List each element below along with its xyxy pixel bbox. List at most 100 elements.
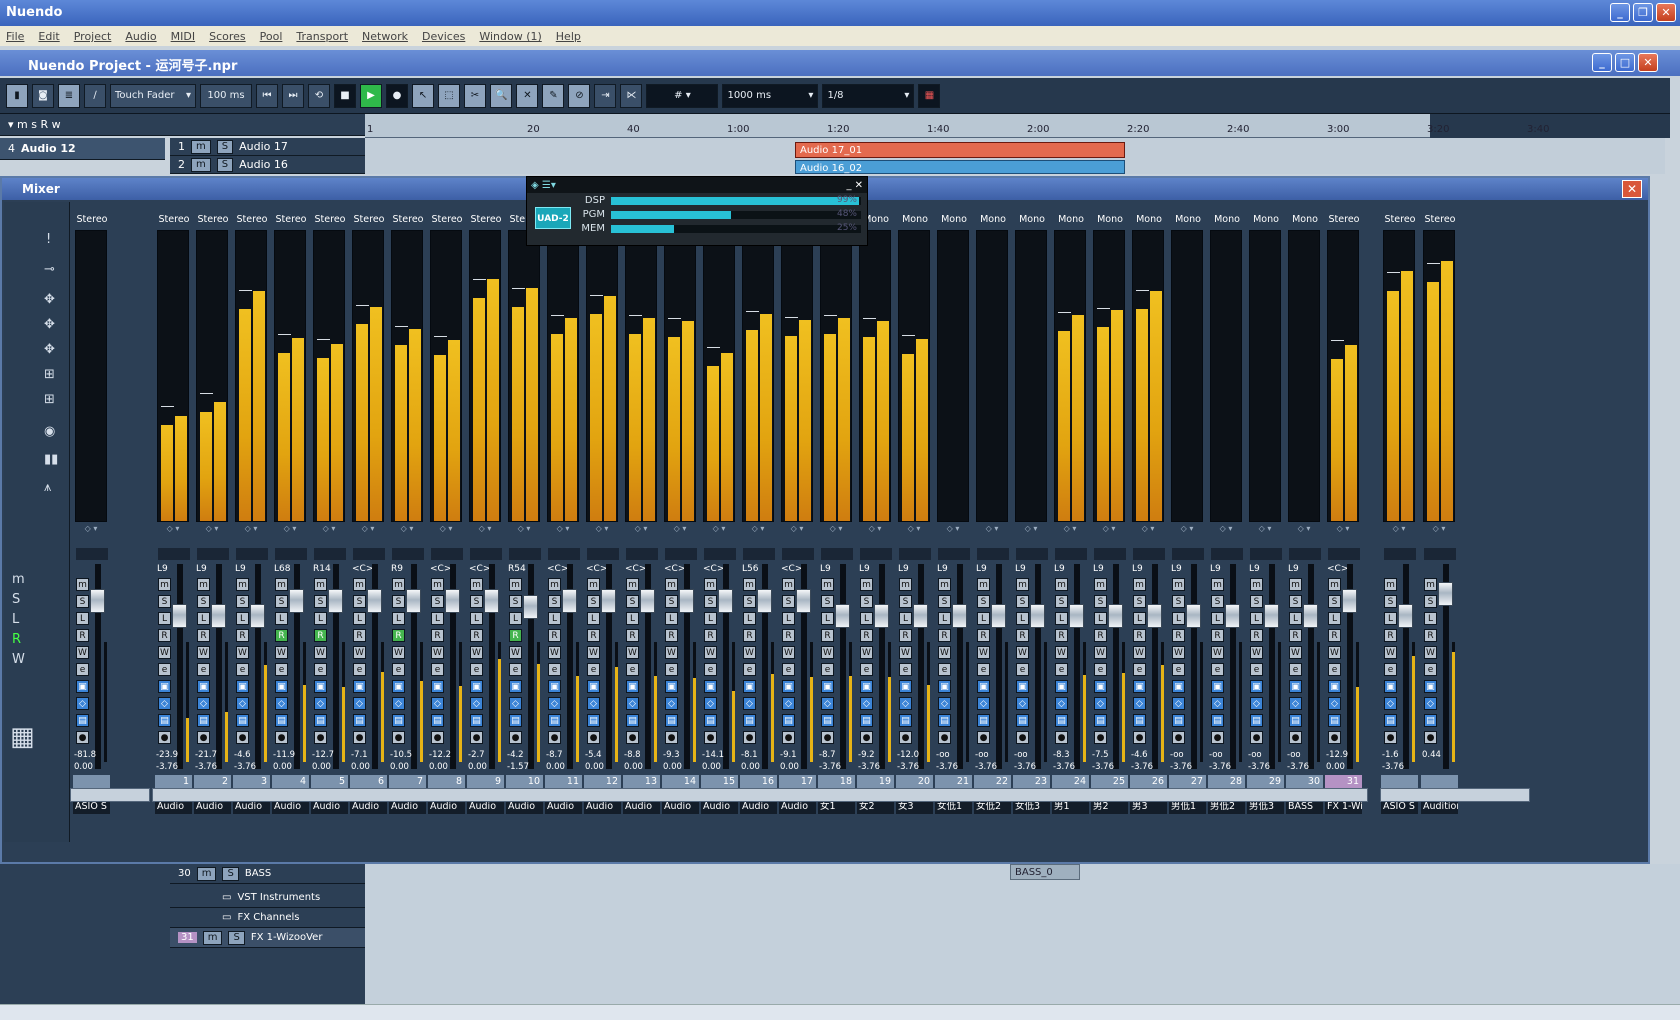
record-enable-button[interactable]: ● [626,731,639,744]
edit-channel-button[interactable]: e [1289,663,1302,676]
send-slot-icon[interactable]: ◇ [782,697,795,710]
pan-selector[interactable]: ◇ ▾ [1092,524,1126,534]
pan-control[interactable] [704,548,736,560]
pan-control[interactable] [236,548,268,560]
volume-fader-track[interactable] [177,564,183,769]
insert-slot-icon[interactable]: ▣ [158,680,171,693]
eq-slot-icon[interactable]: ▤ [1424,714,1437,727]
pan-selector[interactable]: ◇ ▾ [1287,524,1321,534]
read-automation-button[interactable]: R [1211,629,1224,642]
channel-number[interactable] [73,775,110,789]
mute-button[interactable]: m [158,578,171,591]
send-slot-icon[interactable]: ◇ [509,697,522,710]
eq-slot-icon[interactable]: ▤ [314,714,327,727]
mute-button[interactable]: m [1016,578,1029,591]
solo-button[interactable]: S [548,595,561,608]
write-automation-button[interactable]: W [1211,646,1224,659]
solo-button[interactable]: S [1055,595,1068,608]
listen-button[interactable]: L [821,612,834,625]
solo-button[interactable]: S [392,595,405,608]
read-automation-button[interactable]: R [509,629,522,642]
channel-number[interactable]: 15 [701,775,738,789]
send-slot-icon[interactable]: ◇ [236,697,249,710]
global-listen-icon[interactable]: L [12,612,19,627]
color-select-icon[interactable]: ▦ [918,83,941,108]
pan-selector[interactable]: ◇ ▾ [780,524,814,534]
mute-button[interactable]: m [202,930,223,945]
record-enable-button[interactable]: ● [860,731,873,744]
edit-channel-button[interactable]: e [236,663,249,676]
record-enable-button[interactable]: ● [392,731,405,744]
send-slot-icon[interactable]: ◇ [1172,697,1185,710]
write-automation-button[interactable]: W [236,646,249,659]
pan-selector[interactable]: ◇ ▾ [1170,524,1204,534]
listen-button[interactable]: L [1133,612,1146,625]
listen-button[interactable]: L [1094,612,1107,625]
solo-button[interactable]: S [431,595,444,608]
volume-fader-handle[interactable] [484,589,499,613]
pan-control[interactable] [1250,548,1282,560]
send-slot-icon[interactable]: ◇ [197,697,210,710]
listen-button[interactable]: L [158,612,171,625]
solo-button[interactable]: S [158,595,171,608]
menu-item-help[interactable]: Help [556,30,581,46]
menu-item-network[interactable]: Network [362,30,408,46]
eq-slot-icon[interactable]: ▤ [743,714,756,727]
read-automation-button[interactable]: R [1424,629,1437,642]
send-slot-icon[interactable]: ◇ [275,697,288,710]
record-enable-button[interactable]: ● [353,731,366,744]
menu-item-file[interactable]: File [6,30,24,46]
read-automation-button[interactable]: R [1055,629,1068,642]
mute-button[interactable]: m [1328,578,1341,591]
eq-slot-icon[interactable]: ▤ [470,714,483,727]
pan-control[interactable] [470,548,502,560]
uad-menu-icon[interactable]: ◈ ☰▾ [531,180,556,191]
solo-button[interactable]: S [626,595,639,608]
mute-button[interactable]: m [197,578,210,591]
pan-selector[interactable]: ◇ ▾ [702,524,736,534]
edit-channel-button[interactable]: e [782,663,795,676]
read-automation-button[interactable]: R [743,629,756,642]
mute-button[interactable]: m [665,578,678,591]
listen-button[interactable]: L [665,612,678,625]
insert-slot-icon[interactable]: ▣ [743,680,756,693]
listen-button[interactable]: L [1211,612,1224,625]
pan-selector[interactable]: ◇ ▾ [312,524,346,534]
edit-channel-button[interactable]: e [626,663,639,676]
edit-channel-button[interactable]: e [899,663,912,676]
send-slot-icon[interactable]: ◇ [1328,697,1341,710]
solo-button[interactable]: S [860,595,873,608]
write-automation-button[interactable]: W [1172,646,1185,659]
eq-slot-icon[interactable]: ▤ [899,714,912,727]
mute-button[interactable]: m [1424,578,1437,591]
mute-button[interactable]: m [782,578,795,591]
listen-button[interactable]: L [1055,612,1068,625]
listen-button[interactable]: L [509,612,522,625]
mute-button[interactable]: m [704,578,717,591]
read-automation-button[interactable]: R [470,629,483,642]
solo-button[interactable]: S [197,595,210,608]
volume-fader-handle[interactable] [406,589,421,613]
mute-button[interactable]: m [509,578,522,591]
insert-slot-icon[interactable]: ▣ [431,680,444,693]
listen-button[interactable]: L [548,612,561,625]
send-slot-icon[interactable]: ◇ [1424,697,1437,710]
write-automation-button[interactable]: W [158,646,171,659]
write-automation-button[interactable]: W [1384,646,1397,659]
write-automation-button[interactable]: W [76,646,89,659]
send-slot-icon[interactable]: ◇ [821,697,834,710]
range-tool-icon[interactable]: ⬚ [438,83,460,108]
eq-slot-icon[interactable]: ▤ [587,714,600,727]
channel-number[interactable]: 12 [584,775,621,789]
channel-number[interactable]: 14 [662,775,699,789]
send-slot-icon[interactable]: ◇ [548,697,561,710]
view-1-8-icon[interactable]: ⊞ [44,367,55,382]
volume-fader-handle[interactable] [1069,604,1084,628]
volume-fader-track[interactable] [996,564,1002,769]
meter-reset-icon[interactable]: ! [46,232,51,247]
send-slot-icon[interactable]: ◇ [1289,697,1302,710]
channel-scrollbar[interactable] [152,788,1368,802]
uad-meter-window[interactable]: ◈ ☰▾ _ ✕ UAD-2 DSP 99% PGM 48% MEM 25% [526,176,868,246]
listen-button[interactable]: L [1328,612,1341,625]
volume-fader-track[interactable] [255,564,261,769]
